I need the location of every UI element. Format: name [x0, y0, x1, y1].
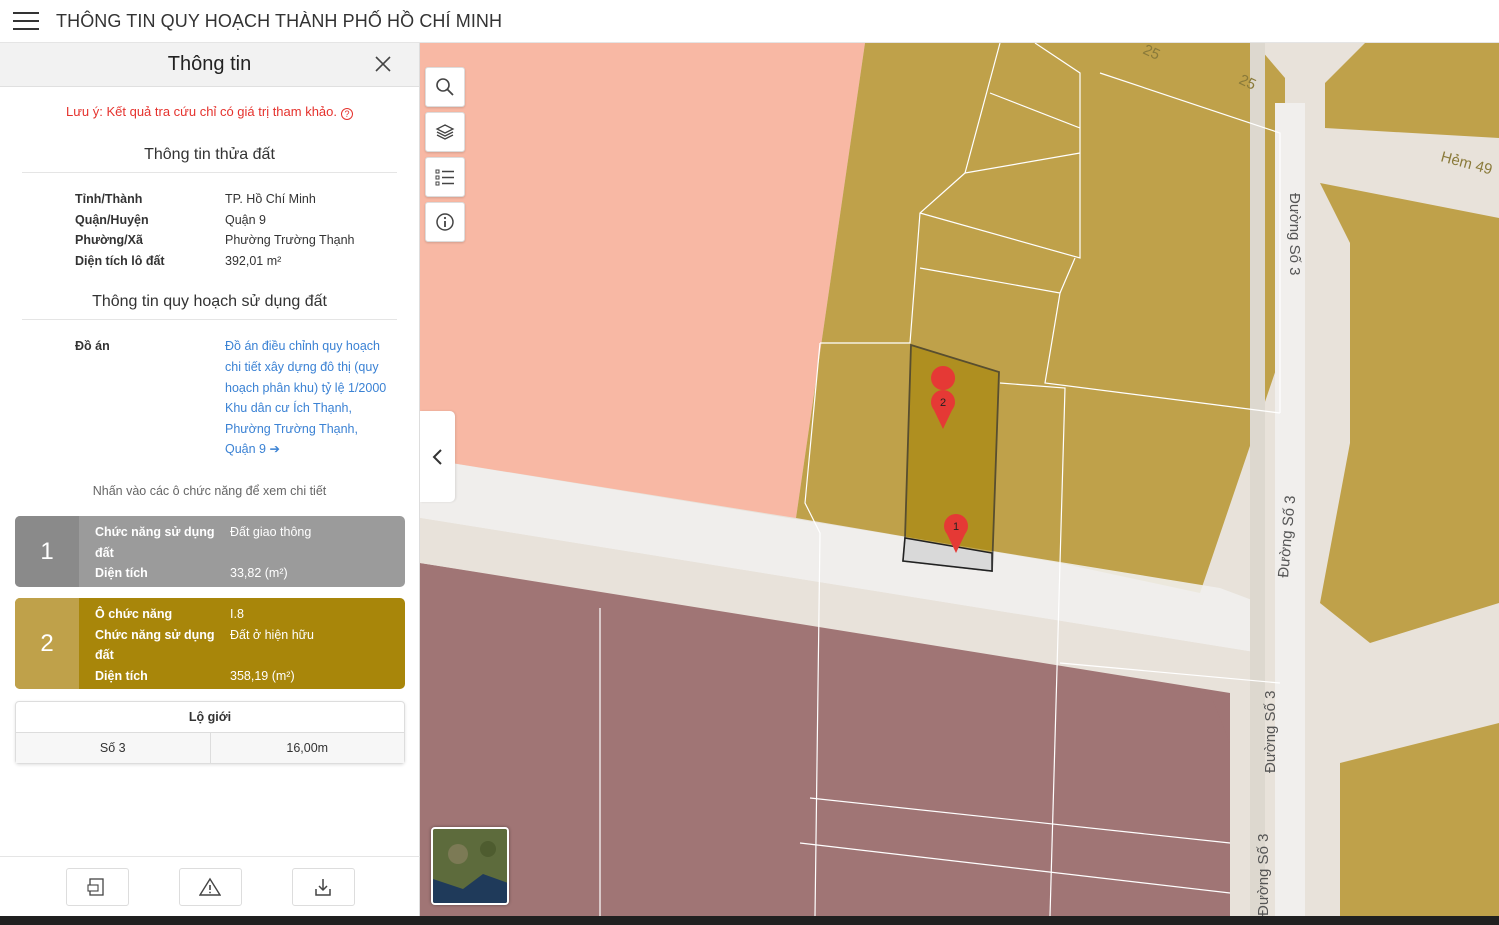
ward-label: Phường/Xã — [75, 233, 143, 248]
map-canvas[interactable]: 2 1 Đường Số 3 Đường Số 3 Đường Số 3 Đườ… — [420, 43, 1499, 916]
download-button[interactable] — [291, 867, 355, 906]
os-taskbar — [0, 916, 1499, 925]
road-width: 16,00m — [209, 733, 405, 763]
pdf-export-button[interactable] — [65, 867, 129, 906]
map-toolbar — [425, 67, 465, 247]
parcel-section-title: Thông tin thửa đất — [22, 146, 397, 173]
plan-info: Đồ án Đồ án điều chỉnh quy hoạch chi tiế… — [75, 336, 419, 460]
function-value: Đất ở hiện hữu — [230, 627, 314, 642]
app-title: THÔNG TIN QUY HOẠCH THÀNH PHỐ HỒ CHÍ MIN… — [56, 10, 503, 31]
disclaimer-note: Lưu ý: Kết quả tra cứu chỉ có giá trị th… — [0, 104, 419, 120]
collapse-panel-button[interactable] — [420, 411, 455, 502]
land-use-card-2[interactable]: 2 Ô chức năng I.8 Chức năng sử dụng đất Đấ… — [15, 598, 405, 689]
function-value: Đất giao thông — [230, 525, 312, 539]
road-label: Đường Số 3 — [1262, 691, 1279, 773]
road-label: Đường Số 3 — [1255, 834, 1272, 916]
svg-text:2: 2 — [940, 397, 946, 409]
area-label: Diện tích — [95, 668, 148, 683]
card-number: 2 — [15, 598, 79, 689]
area-value: 392,01 m² — [225, 253, 282, 268]
cell-label: Ô chức năng — [95, 607, 173, 621]
chevron-left-icon — [432, 448, 442, 465]
list-icon[interactable] — [425, 157, 465, 197]
panel-header: Thông tin — [0, 43, 419, 87]
cell-value: I.8 — [230, 607, 244, 621]
panel-title: Thông tin — [167, 53, 252, 75]
road-boundary-table: Lộ giới Số 3 16,00m — [15, 701, 405, 764]
info-icon[interactable] — [425, 202, 465, 242]
province-label: Tỉnh/Thành — [75, 192, 143, 206]
land-use-card-1[interactable]: 1 Chức năng sử dụng đất Đất giao thông Di… — [15, 516, 405, 587]
search-icon[interactable] — [425, 67, 465, 107]
card-number: 1 — [15, 516, 79, 587]
project-label: Đồ án — [75, 339, 110, 354]
help-icon[interactable]: ? — [341, 108, 354, 120]
area-value: 33,82 (m²) — [230, 566, 288, 581]
top-bar: THÔNG TIN QUY HOẠCH THÀNH PHỐ HỒ CHÍ MIN… — [0, 0, 1499, 43]
plan-section-title: Thông tin quy hoạch sử dụng đất — [22, 293, 397, 321]
parcel-info: Tỉnh/Thành TP. Hồ Chí Minh Quận/Huyện Quận… — [75, 189, 419, 271]
project-link[interactable]: Đồ án điều chỉnh quy hoạch chi tiết xây … — [225, 336, 390, 460]
layers-icon[interactable] — [425, 112, 465, 152]
minimap-thumbnail[interactable] — [431, 827, 509, 905]
district-value: Quận 9 — [225, 212, 267, 227]
function-label: Chức năng sử dụng đất — [95, 627, 215, 663]
document-icon — [87, 877, 104, 896]
area-label: Diện tích — [95, 566, 148, 581]
province-value: TP. Hồ Chí Minh — [225, 192, 316, 206]
panel-footer — [0, 856, 420, 916]
road-name: Số 3 — [99, 741, 126, 755]
info-panel: Thông tin Lưu ý: Kết quả tra cứu chỉ có … — [0, 43, 420, 916]
close-icon[interactable] — [373, 54, 393, 74]
area-label: Diện tích lô đất — [75, 253, 165, 268]
function-label: Chức năng sử dụng đất — [95, 525, 215, 560]
menu-icon[interactable] — [13, 12, 39, 30]
ward-value: Phường Trường Thạnh — [225, 233, 355, 248]
hint-text: Nhấn vào các ô chức năng để xem chi tiết — [92, 483, 327, 498]
area-value: 358,19 (m²) — [230, 668, 295, 683]
report-button[interactable] — [178, 867, 242, 906]
svg-text:1: 1 — [953, 521, 959, 533]
warning-icon — [199, 877, 221, 896]
road-label: Đường Số 3 — [1286, 193, 1303, 275]
road-boundary-title: Lộ giới — [16, 702, 404, 733]
district-label: Quận/Huyện — [75, 212, 149, 227]
download-icon — [315, 878, 331, 896]
